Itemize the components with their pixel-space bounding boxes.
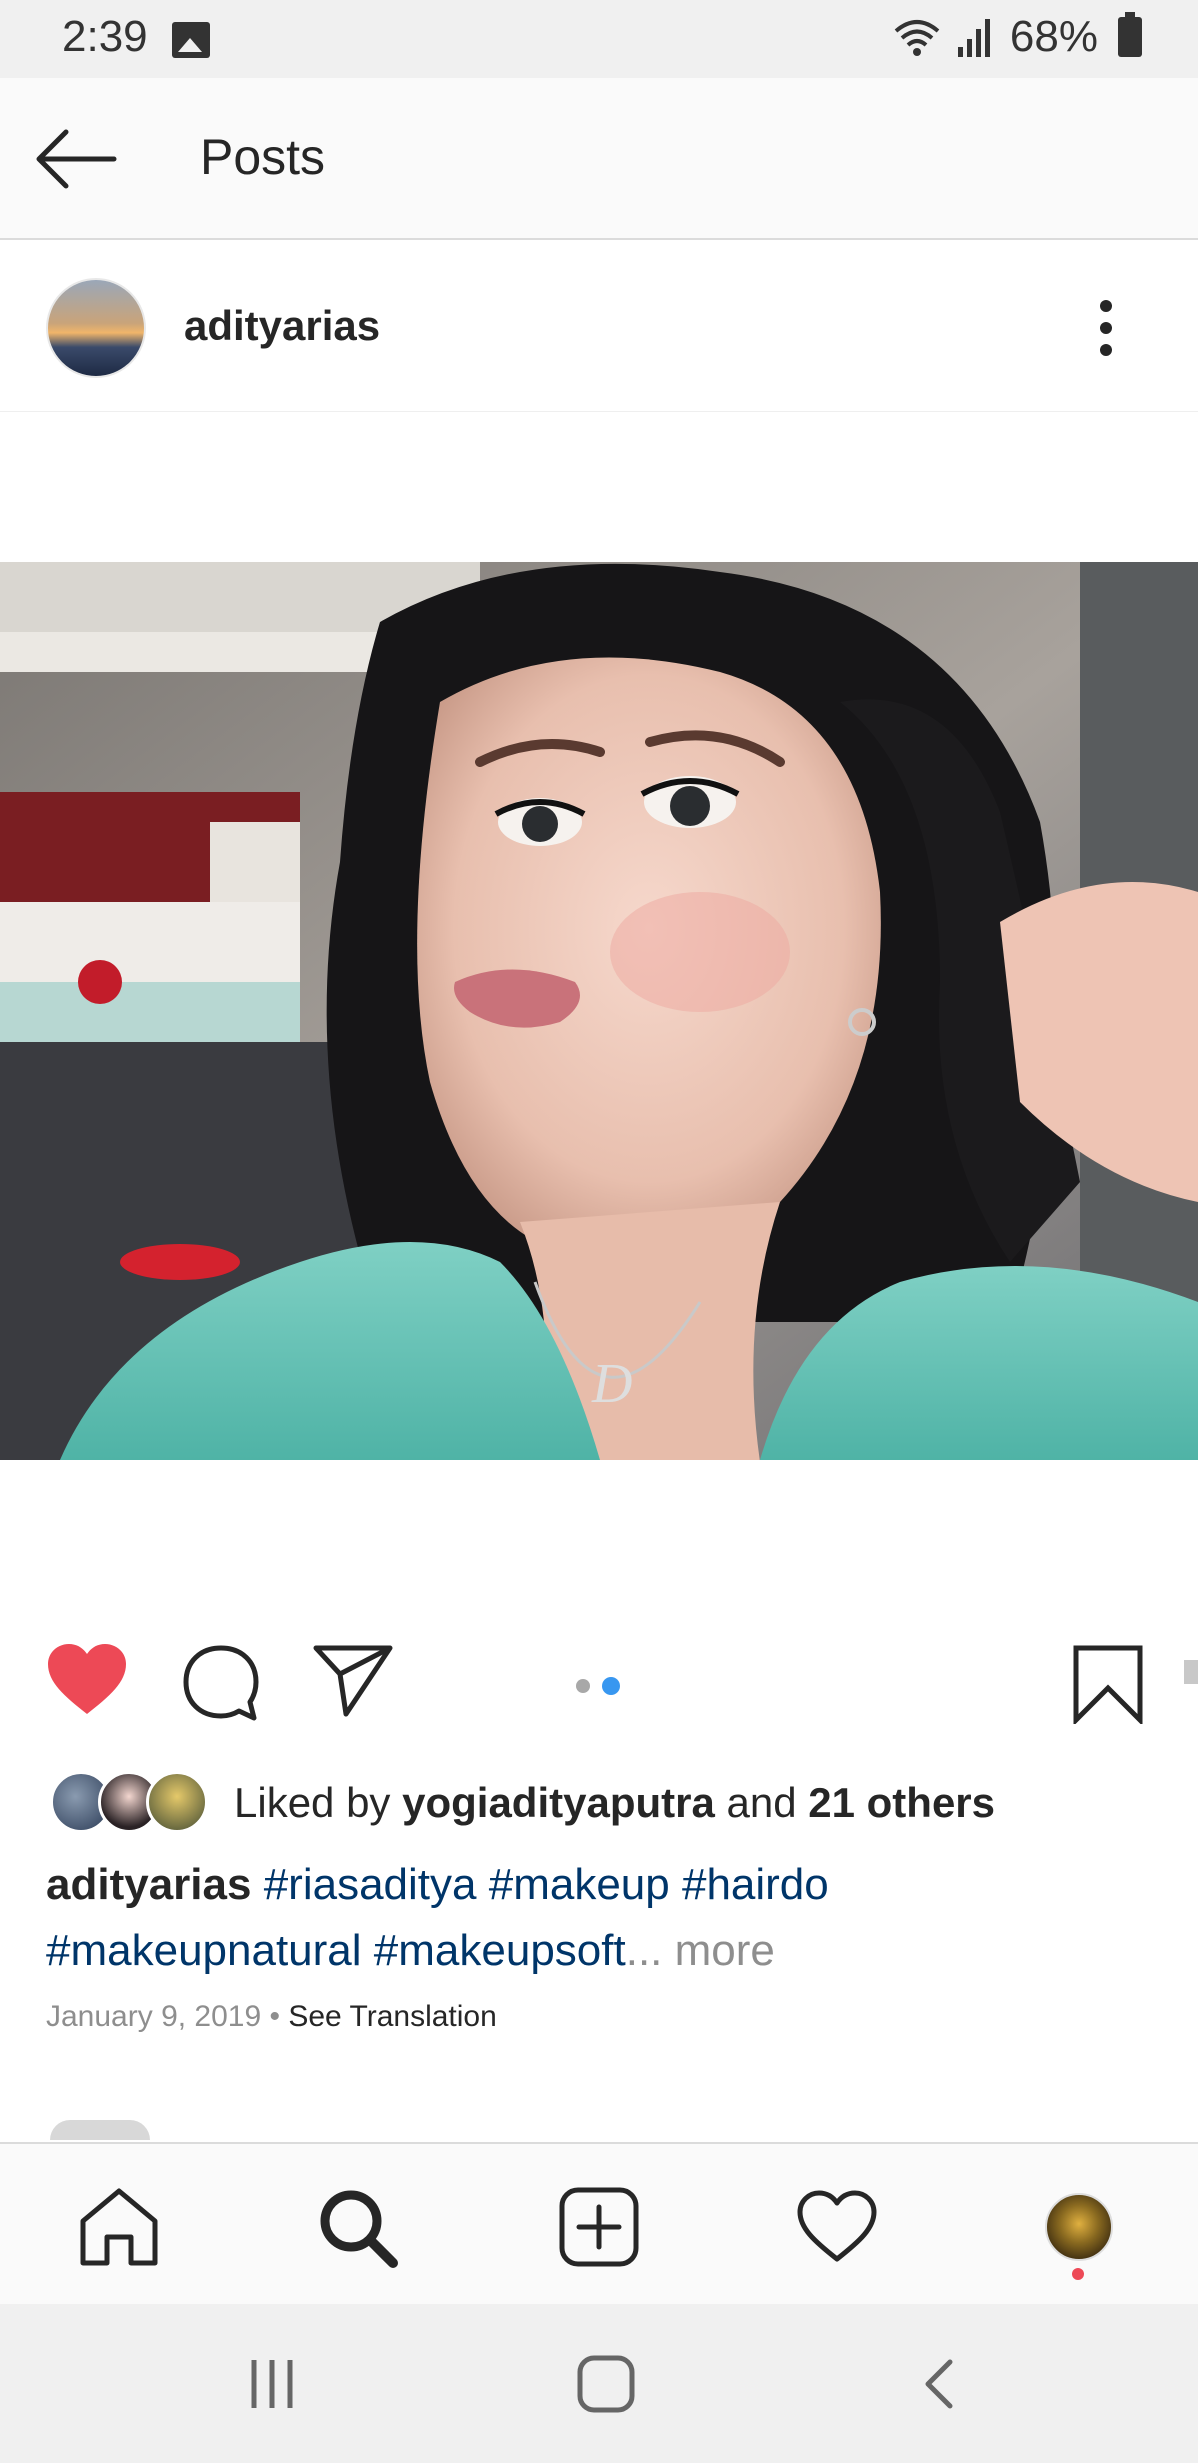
- caption-username[interactable]: adityarias: [46, 1860, 251, 1909]
- post-date: January 9, 2019: [46, 2000, 262, 2033]
- status-bar: 2:39 68%: [0, 0, 1198, 78]
- chevron-left-icon: [925, 2359, 953, 2409]
- carousel-indicator: [576, 1677, 620, 1695]
- gallery-icon: [172, 22, 210, 58]
- add-post-icon: [559, 2187, 639, 2267]
- nav-activity[interactable]: [792, 2182, 882, 2272]
- home-square-icon: [577, 2355, 635, 2413]
- nav-home[interactable]: [74, 2182, 164, 2272]
- date-separator: •: [261, 2000, 289, 2033]
- post-author-avatar[interactable]: [46, 278, 146, 378]
- post-header: adityarias: [0, 240, 1198, 412]
- bottom-nav: [0, 2142, 1198, 2304]
- see-translation-link[interactable]: See Translation: [288, 2000, 496, 2033]
- search-icon: [320, 2190, 398, 2268]
- more-vertical-icon: [1100, 300, 1112, 312]
- signal-icon: [957, 19, 990, 57]
- battery-percent: 68%: [1009, 12, 1098, 61]
- hashtag[interactable]: #hairdo: [682, 1860, 829, 1909]
- caption-line-1: adityarias #riasaditya #makeup #hairdo: [46, 1852, 1146, 1918]
- post-photo-image: D: [0, 562, 1198, 1460]
- nav-profile[interactable]: [1034, 2182, 1124, 2272]
- post-date-row: January 9, 2019 • See Translation: [46, 2000, 497, 2034]
- heart-filled-icon: [48, 1644, 126, 1714]
- save-button[interactable]: [1070, 1644, 1146, 1729]
- more-dot: [1100, 322, 1112, 334]
- comment-icon: [183, 1645, 259, 1721]
- more-options-button[interactable]: [1100, 300, 1112, 360]
- home-system-button[interactable]: [566, 2349, 646, 2419]
- hashtag[interactable]: #makeupsoft: [374, 1926, 626, 1975]
- back-button[interactable]: [30, 116, 130, 202]
- caption-more-link[interactable]: more: [675, 1926, 775, 1975]
- avatar: [146, 1771, 208, 1833]
- hashtag[interactable]: #makeupnatural: [46, 1926, 362, 1975]
- post-photo[interactable]: D: [0, 562, 1198, 1460]
- carousel-dot-active: [602, 1677, 620, 1695]
- scroll-indicator: [1184, 1660, 1198, 1684]
- bookmark-icon: [1073, 1645, 1143, 1727]
- likes-others[interactable]: 21 others: [808, 1779, 995, 1826]
- recent-apps-button[interactable]: [232, 2349, 312, 2419]
- share-button[interactable]: [310, 1640, 396, 1725]
- send-icon: [313, 1645, 393, 1717]
- caption-line-2: #makeupnatural #makeupsoft... more: [46, 1918, 1146, 1984]
- system-nav-bar: [0, 2304, 1198, 2463]
- wifi-icon: [894, 20, 940, 56]
- hashtag[interactable]: #riasaditya: [264, 1860, 477, 1909]
- page-title: Posts: [200, 129, 326, 185]
- avatar: [1045, 2193, 1113, 2261]
- liker-username[interactable]: yogiadityaputra: [402, 1779, 715, 1826]
- hashtag[interactable]: #makeup: [489, 1860, 670, 1909]
- liker-avatars: [50, 1771, 210, 1835]
- likes-summary[interactable]: Liked by yogiadityaputra and 21 others: [50, 1766, 995, 1840]
- status-right: 68%: [892, 12, 1142, 62]
- back-system-button[interactable]: [900, 2349, 980, 2419]
- post-caption: adityarias #riasaditya #makeup #hairdo #…: [46, 1852, 1146, 1984]
- app-header: Posts: [0, 78, 1198, 240]
- battery-icon: [1118, 12, 1142, 57]
- arrow-left-icon: [36, 129, 117, 189]
- likes-prefix: Liked by: [234, 1779, 403, 1826]
- comment-button[interactable]: [178, 1640, 264, 1731]
- pendant-letter: D: [591, 1353, 632, 1415]
- recent-apps-icon: [251, 2360, 293, 2408]
- likes-middle: and: [714, 1779, 809, 1826]
- notification-dot: [1072, 2268, 1084, 2280]
- like-button[interactable]: [44, 1640, 130, 1725]
- post-action-bar: [0, 1630, 1198, 1740]
- heart-outline-icon: [797, 2190, 877, 2262]
- carousel-dot: [576, 1679, 590, 1693]
- home-icon: [80, 2188, 158, 2266]
- next-post-avatar: [50, 2120, 150, 2140]
- likes-text: Liked by yogiadityaputra and 21 others: [234, 1779, 995, 1827]
- nav-new-post[interactable]: [554, 2182, 644, 2272]
- post-author-username[interactable]: adityarias: [184, 302, 380, 350]
- more-dot: [1100, 344, 1112, 356]
- caption-ellipsis: ...: [625, 1926, 663, 1975]
- nav-search[interactable]: [312, 2182, 402, 2272]
- status-time: 2:39: [62, 12, 148, 61]
